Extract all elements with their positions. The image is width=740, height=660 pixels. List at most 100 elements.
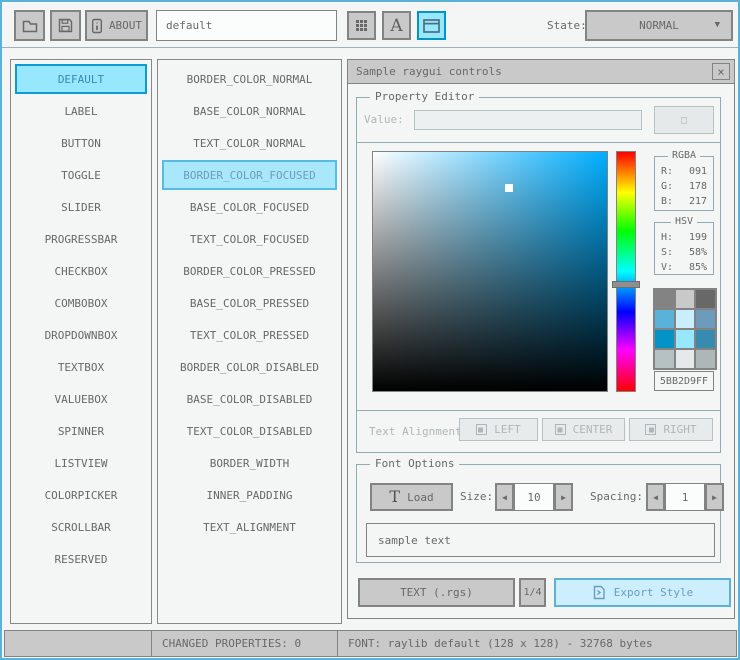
property-item[interactable]: TEXT_COLOR_NORMAL — [162, 128, 337, 158]
divider — [357, 142, 720, 143]
window-title: Sample raygui controls — [356, 65, 502, 78]
palette-swatch[interactable] — [655, 310, 674, 328]
grid-view-toggle[interactable] — [347, 11, 376, 40]
export-style-button[interactable]: Export Style — [554, 578, 731, 607]
export-file-icon — [592, 585, 606, 600]
state-dropdown[interactable]: NORMAL ▼ — [585, 10, 733, 41]
property-item[interactable]: BASE_COLOR_PRESSED — [162, 288, 337, 318]
spacing-decrement-button[interactable]: ◀ — [646, 483, 665, 511]
about-button[interactable]: ABOUT — [85, 10, 148, 41]
rguistyler-window: ABOUT A State: NORMAL ▼ DEFAULT LABEL BU… — [0, 0, 740, 660]
palette-swatch[interactable] — [655, 290, 674, 308]
hsv-row-s: S: 58% — [661, 247, 707, 258]
property-item-selected[interactable]: BORDER_COLOR_FOCUSED — [162, 160, 337, 190]
property-item[interactable]: BORDER_COLOR_PRESSED — [162, 256, 337, 286]
property-item[interactable]: INNER_PADDING — [162, 480, 337, 510]
palette-swatch[interactable] — [675, 350, 695, 368]
value-input[interactable] — [414, 110, 642, 130]
save-file-button[interactable] — [50, 10, 81, 41]
palette-swatch[interactable] — [655, 350, 674, 368]
palette-swatch[interactable] — [675, 330, 695, 348]
align-center-button[interactable]: CENTER — [542, 418, 625, 441]
control-item-combobox[interactable]: COMBOBOX — [15, 288, 147, 318]
arrow-left-icon: ◀ — [502, 492, 507, 502]
property-item[interactable]: BASE_COLOR_NORMAL — [162, 96, 337, 126]
control-item-label[interactable]: LABEL — [15, 96, 147, 126]
property-item[interactable]: BASE_COLOR_DISABLED — [162, 384, 337, 414]
property-item[interactable]: TEXT_COLOR_DISABLED — [162, 416, 337, 446]
spacing-increment-button[interactable]: ▶ — [705, 483, 724, 511]
property-item[interactable]: BORDER_WIDTH — [162, 448, 337, 478]
control-item-dropdownbox[interactable]: DROPDOWNBOX — [15, 320, 147, 350]
palette-swatch[interactable] — [655, 330, 674, 348]
palette-swatch[interactable] — [696, 310, 715, 328]
control-item-progressbar[interactable]: PROGRESSBAR — [15, 224, 147, 254]
control-item-reserved[interactable]: RESERVED — [15, 544, 147, 574]
state-dropdown-value: NORMAL — [639, 19, 679, 32]
state-label: State: — [547, 19, 587, 32]
palette-swatch[interactable] — [696, 330, 715, 348]
arrow-left-icon: ◀ — [653, 492, 658, 502]
size-increment-button[interactable]: ▶ — [554, 483, 573, 511]
property-item[interactable]: TEXT_COLOR_FOCUSED — [162, 224, 337, 254]
property-item[interactable]: BASE_COLOR_FOCUSED — [162, 192, 337, 222]
control-item-spinner[interactable]: SPINNER — [15, 416, 147, 446]
control-item-slider[interactable]: SLIDER — [15, 192, 147, 222]
palette-swatch[interactable] — [675, 290, 695, 308]
control-item-listview[interactable]: LISTVIEW — [15, 448, 147, 478]
sample-text: sample text — [378, 533, 451, 547]
palette-swatch[interactable] — [696, 350, 715, 368]
font-options-group: Font Options T Load Size: ◀ 10 ▶ Spacing… — [356, 457, 724, 563]
size-decrement-button[interactable]: ◀ — [495, 483, 514, 511]
align-right-button[interactable]: RIGHT — [629, 418, 713, 441]
style-color-palette[interactable] — [653, 288, 717, 370]
property-item[interactable]: BORDER_COLOR_NORMAL — [162, 64, 337, 94]
hsv-group: HSV H: 199 S: 58% V: 85% — [654, 216, 714, 275]
rgba-label: RGBA — [667, 150, 701, 161]
sample-text-box[interactable]: sample text — [366, 523, 715, 557]
rgba-group: RGBA R: 091 G: 178 B: 217 — [654, 150, 714, 211]
palette-swatch[interactable] — [696, 290, 715, 308]
align-right-icon — [645, 424, 657, 435]
load-font-button[interactable]: T Load — [370, 483, 453, 511]
control-item-checkbox[interactable]: CHECKBOX — [15, 256, 147, 286]
hue-slider-handle[interactable] — [612, 281, 640, 289]
property-item[interactable]: BORDER_COLOR_DISABLED — [162, 352, 337, 382]
open-file-button[interactable] — [14, 10, 45, 41]
controls-view-toggle[interactable] — [417, 11, 446, 40]
control-item-toggle[interactable]: TOGGLE — [15, 160, 147, 190]
load-label: Load — [407, 490, 434, 504]
window-panel-icon — [423, 18, 440, 33]
hue-slider-bar[interactable] — [616, 151, 636, 392]
palette-swatch[interactable] — [675, 310, 695, 328]
control-item-valuebox[interactable]: VALUEBOX — [15, 384, 147, 414]
font-a-icon: A — [390, 15, 403, 36]
divider — [357, 410, 720, 411]
control-item-button[interactable]: BUTTON — [15, 128, 147, 158]
rgba-row-b: B: 217 — [661, 196, 707, 207]
spacing-value-box[interactable]: 1 — [665, 483, 705, 511]
format-pager-button[interactable]: 1/4 — [519, 578, 546, 607]
font-view-toggle[interactable]: A — [382, 11, 411, 40]
size-value-box[interactable]: 10 — [514, 483, 554, 511]
control-item-textbox[interactable]: TEXTBOX — [15, 352, 147, 382]
hsv-label: HSV — [670, 216, 698, 227]
close-button[interactable]: × — [712, 63, 730, 80]
control-item-default[interactable]: DEFAULT — [15, 64, 147, 94]
export-format-button[interactable]: TEXT (.rgs) — [358, 578, 515, 607]
style-name-input[interactable] — [156, 10, 337, 41]
about-label: ABOUT — [108, 19, 143, 32]
folder-open-icon — [22, 19, 38, 33]
property-item[interactable]: TEXT_ALIGNMENT — [162, 512, 337, 542]
property-item[interactable]: TEXT_COLOR_PRESSED — [162, 320, 337, 350]
grid-icon — [356, 20, 367, 31]
hex-value: 5BB2D9FF — [659, 375, 709, 387]
window-titlebar[interactable]: Sample raygui controls — [348, 60, 734, 84]
value-button[interactable]: □ — [654, 106, 714, 134]
control-item-scrollbar[interactable]: SCROLLBAR — [15, 512, 147, 542]
saturation-value-square[interactable] — [372, 151, 608, 392]
align-left-button[interactable]: LEFT — [459, 418, 538, 441]
control-item-colorpicker[interactable]: COLORPICKER — [15, 480, 147, 510]
hex-value-box: 5BB2D9FF — [654, 371, 714, 391]
picker-cursor[interactable] — [504, 183, 513, 192]
